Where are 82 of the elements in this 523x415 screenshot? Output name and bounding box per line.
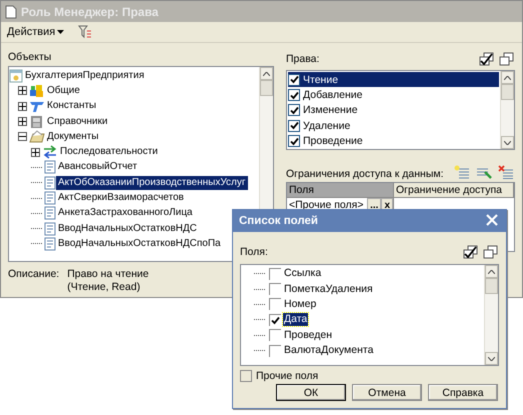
- expander-icon[interactable]: [31, 148, 40, 157]
- cabinet-icon: [29, 114, 45, 129]
- document-icon: [44, 176, 56, 190]
- tree-item[interactable]: БухгалтерияПредприятия: [23, 68, 146, 83]
- expander-icon[interactable]: [18, 117, 27, 126]
- blocks-icon: [29, 84, 45, 98]
- checkbox[interactable]: [288, 104, 300, 116]
- checkbox[interactable]: [269, 329, 281, 342]
- check-all-icon[interactable]: [479, 52, 495, 66]
- tree-item[interactable]: Последовательности: [58, 145, 160, 160]
- caret-icon: [57, 30, 64, 34]
- tree-item[interactable]: Общие: [45, 84, 82, 98]
- tree-item[interactable]: АктСверкиВзаиморасчетов: [56, 191, 186, 206]
- scrollbar[interactable]: [500, 71, 514, 149]
- tree-item[interactable]: АвансовыйОтчет: [56, 160, 140, 174]
- scroll-thumb[interactable]: [260, 80, 273, 96]
- field-item[interactable]: Дата: [283, 313, 308, 326]
- rights-label: Права:: [286, 53, 320, 65]
- expander-icon[interactable]: [18, 132, 27, 142]
- tree-item[interactable]: ВводНачальныхОстатковНДСпоПа: [56, 236, 223, 251]
- add-row-icon[interactable]: [453, 164, 471, 180]
- checkbox[interactable]: [269, 344, 281, 357]
- uncheck-all-icon[interactable]: [483, 245, 499, 259]
- tree-item[interactable]: ВводНачальныхОстатковНДС: [56, 222, 199, 236]
- checkbox[interactable]: [269, 268, 281, 280]
- rights-row[interactable]: Проведение: [288, 134, 499, 149]
- checkbox-label: Прочие поля: [256, 370, 318, 382]
- uncheck-all-icon[interactable]: [499, 52, 515, 66]
- pi-icon: [29, 99, 45, 114]
- description-text: Право на чтение (Чтение, Read): [67, 268, 149, 294]
- rights-row[interactable]: Чтение: [288, 72, 499, 88]
- dialog-title: Список полей: [239, 215, 318, 227]
- checkbox[interactable]: [269, 298, 281, 310]
- dialog-button[interactable]: Отмена: [352, 384, 422, 401]
- field-item[interactable]: Проведен: [283, 328, 334, 342]
- document-icon: [5, 4, 17, 18]
- tree-item[interactable]: АнкетаЗастрахованногоЛица: [56, 206, 194, 220]
- tree-item[interactable]: Документы: [45, 130, 101, 144]
- close-button[interactable]: [486, 214, 500, 228]
- checkbox[interactable]: [288, 120, 300, 132]
- rights-row[interactable]: Удаление: [288, 118, 499, 134]
- rights-row[interactable]: Изменение: [288, 102, 499, 118]
- field-item[interactable]: ПометкаУдаления: [283, 282, 374, 296]
- dialog-button[interactable]: Справка: [428, 384, 498, 401]
- filter-icon[interactable]: [78, 25, 92, 39]
- window-title: Роль Менеджер: Права: [21, 4, 158, 18]
- delete-row-icon[interactable]: [497, 164, 515, 180]
- checkbox[interactable]: [269, 283, 281, 296]
- scroll-thumb[interactable]: [485, 278, 498, 294]
- document-icon: [44, 222, 56, 236]
- table-cell[interactable]: <Прочие поля>: [287, 198, 368, 212]
- column-header[interactable]: Ограничение доступа: [394, 183, 514, 198]
- document-icon: [44, 191, 56, 206]
- checkbox[interactable]: [240, 370, 252, 382]
- tree-item[interactable]: Справочники: [45, 114, 110, 129]
- check-all-icon[interactable]: [463, 245, 479, 259]
- objects-label: Объекты: [8, 51, 52, 63]
- description-label: Описание:: [8, 268, 60, 282]
- checkbox[interactable]: [288, 89, 300, 102]
- document-icon: [44, 236, 56, 251]
- rights-row[interactable]: Добавление: [288, 87, 499, 103]
- arrows-icon: [42, 145, 58, 160]
- tree-item[interactable]: АктОбОказанииПроизводственныхУслуг: [56, 176, 248, 190]
- field-item[interactable]: Номер: [283, 298, 318, 311]
- field-item[interactable]: Ссылка: [283, 267, 322, 280]
- tree-item[interactable]: Константы: [45, 99, 98, 114]
- scroll-thumb[interactable]: [501, 84, 514, 100]
- checkbox[interactable]: [288, 74, 300, 86]
- column-header[interactable]: Поля: [287, 183, 394, 198]
- scrollbar[interactable]: [484, 265, 498, 365]
- field-item[interactable]: ВалютаДокумента: [283, 344, 374, 358]
- document-icon: [44, 160, 56, 174]
- restrictions-label: Ограничения доступа к данным:: [286, 168, 444, 180]
- fields-label: Поля:: [240, 246, 268, 258]
- checkbox[interactable]: [269, 314, 281, 326]
- document-icon: [44, 206, 56, 220]
- folder-icon: [29, 130, 45, 144]
- expander-icon[interactable]: [18, 86, 27, 96]
- dialog-button[interactable]: ОК: [276, 384, 346, 401]
- checkbox[interactable]: [288, 135, 300, 148]
- actions-menu[interactable]: Действия: [7, 26, 64, 38]
- expander-icon[interactable]: [18, 102, 27, 111]
